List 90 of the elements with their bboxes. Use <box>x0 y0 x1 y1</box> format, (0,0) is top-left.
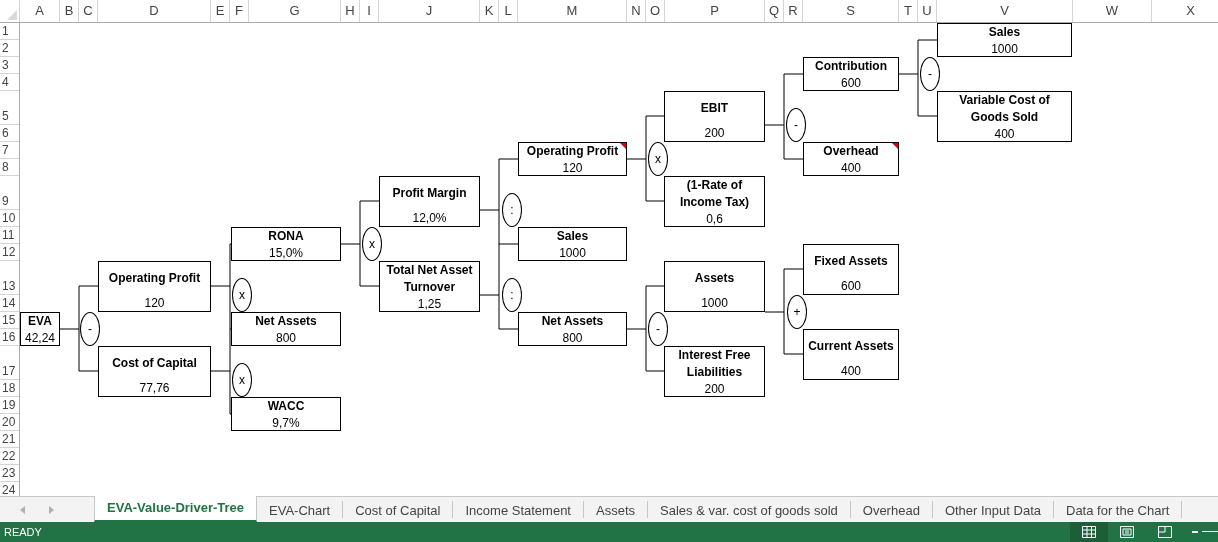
driver-value: 1000 <box>990 41 1019 57</box>
driver-label: Net Assets <box>540 313 605 330</box>
driver-value: 800 <box>275 330 297 346</box>
driver-value: 400 <box>840 363 862 379</box>
operator-ellipse: : <box>502 193 522 227</box>
driver-label: Total Net Asset Turnover <box>385 262 474 296</box>
operator-ellipse: x <box>362 227 382 261</box>
row-header[interactable]: 14 <box>0 295 19 312</box>
driver-label: RONA <box>267 228 305 245</box>
operator-ellipse: x <box>648 142 668 176</box>
row-header[interactable]: 15 <box>0 312 19 329</box>
driver-label: Profit Margin <box>391 185 468 202</box>
operator-ellipse: : <box>502 278 522 312</box>
driver-label: Sales <box>555 228 590 245</box>
row-header[interactable]: 13 <box>0 261 19 295</box>
row-header[interactable]: 21 <box>0 431 19 448</box>
driver-value: 1,25 <box>416 296 443 312</box>
driver-label: Interest Free Liabilities <box>677 347 752 381</box>
grid-icon <box>1082 526 1096 538</box>
row-header[interactable]: 18 <box>0 380 19 397</box>
normal-view-button[interactable] <box>1070 522 1108 542</box>
row-header[interactable]: 8 <box>0 159 19 176</box>
driver-label: WACC <box>266 398 306 415</box>
operator-ellipse: - <box>920 57 940 91</box>
driver-label: Current Assets <box>807 338 895 355</box>
driver-value: 12,0% <box>411 210 448 226</box>
sheet-tab[interactable]: EVA-Value-Driver-Tree <box>94 496 258 522</box>
row-header[interactable]: 12 <box>0 244 19 261</box>
driver-label: Cost of Capital <box>111 355 198 372</box>
row-header[interactable]: 20 <box>0 414 19 431</box>
row-header[interactable]: 10 <box>0 210 19 227</box>
driver-label: Contribution <box>814 58 888 75</box>
driver-value: 400 <box>993 126 1016 142</box>
sheet-tab[interactable]: EVA-Chart <box>257 501 344 518</box>
row-header[interactable]: 23 <box>0 465 19 482</box>
driver-label: Net Assets <box>254 313 318 330</box>
row-header[interactable]: 16 <box>0 329 19 346</box>
sheet-tab[interactable]: Other Input Data <box>932 501 1054 518</box>
row-header[interactable]: 4 <box>0 74 19 91</box>
driver-value: 120 <box>143 295 166 311</box>
row-header[interactable]: 6 <box>0 125 19 142</box>
operator-ellipse: x <box>232 363 252 397</box>
driver-label: Sales <box>987 24 1022 41</box>
operator-ellipse: - <box>648 312 668 346</box>
sheet-tab[interactable]: Income Statement <box>453 501 584 518</box>
operator-ellipse: - <box>786 108 806 142</box>
page-layout-icon[interactable] <box>1120 526 1134 538</box>
driver-value: 120 <box>561 160 584 176</box>
row-header[interactable]: 9 <box>0 176 19 210</box>
driver-label: Overhead <box>822 143 880 160</box>
driver-value: 200 <box>703 125 726 141</box>
page-break-icon[interactable] <box>1158 526 1172 538</box>
driver-value: 15,0% <box>268 245 304 261</box>
row-header[interactable]: 17 <box>0 346 19 380</box>
driver-value: 1000 <box>558 245 587 261</box>
driver-value: 1000 <box>700 295 729 311</box>
sheet-tab[interactable]: Cost of Capital <box>343 501 454 518</box>
driver-value: 800 <box>561 330 584 346</box>
row-header[interactable]: 7 <box>0 142 19 159</box>
row-header[interactable]: 5 <box>0 91 19 125</box>
driver-value: 600 <box>840 278 862 294</box>
row-header[interactable]: 19 <box>0 397 19 414</box>
operator-ellipse: x <box>232 278 252 312</box>
status-mode: READY <box>3 524 42 540</box>
row-header[interactable]: 1 <box>0 23 19 40</box>
driver-value: 600 <box>840 75 862 91</box>
driver-label: Variable Cost of Goods Sold <box>958 92 1051 126</box>
driver-value: 400 <box>840 160 862 176</box>
driver-value: 0,6 <box>705 211 724 227</box>
row-header[interactable]: 22 <box>0 448 19 465</box>
driver-label: Fixed Assets <box>813 253 889 270</box>
driver-label: Operating Profit <box>107 270 202 287</box>
operator-ellipse: - <box>80 312 100 346</box>
sheet-tab[interactable]: Overhead <box>850 501 933 518</box>
row-header[interactable]: 11 <box>0 227 19 244</box>
driver-label: EVA <box>27 313 53 330</box>
row-header[interactable]: 2 <box>0 40 19 57</box>
operator-ellipse: + <box>787 295 807 329</box>
driver-label: Operating Profit <box>525 143 620 160</box>
sheet-tab[interactable]: Sales & var. cost of goods sold <box>648 501 851 518</box>
driver-label: EBIT <box>699 100 730 117</box>
driver-value: 9,7% <box>271 415 301 431</box>
sheet-tab[interactable]: Assets <box>584 501 648 518</box>
driver-value: 200 <box>703 381 726 397</box>
driver-label: Assets <box>693 270 736 287</box>
sheet-tab[interactable]: Data for the Chart <box>1054 501 1183 518</box>
driver-value: 77,76 <box>138 380 171 396</box>
row-header[interactable]: 3 <box>0 57 19 74</box>
driver-label: (1-Rate of Income Tax) <box>678 177 751 211</box>
driver-value: 42,24 <box>24 330 56 346</box>
